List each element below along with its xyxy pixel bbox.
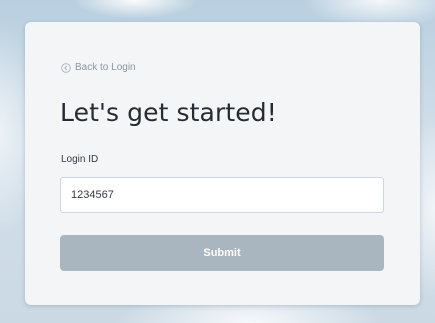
login-id-input[interactable] xyxy=(60,177,384,213)
login-id-label: Login ID xyxy=(61,154,99,165)
back-to-login-link[interactable]: Back to Login xyxy=(61,62,136,73)
back-link-label: Back to Login xyxy=(75,62,136,73)
page-title: Let's get started! xyxy=(60,98,277,127)
submit-button[interactable]: Submit xyxy=(60,235,384,271)
login-card: Back to Login Let's get started! Login I… xyxy=(25,22,420,305)
back-circle-icon xyxy=(61,62,71,73)
